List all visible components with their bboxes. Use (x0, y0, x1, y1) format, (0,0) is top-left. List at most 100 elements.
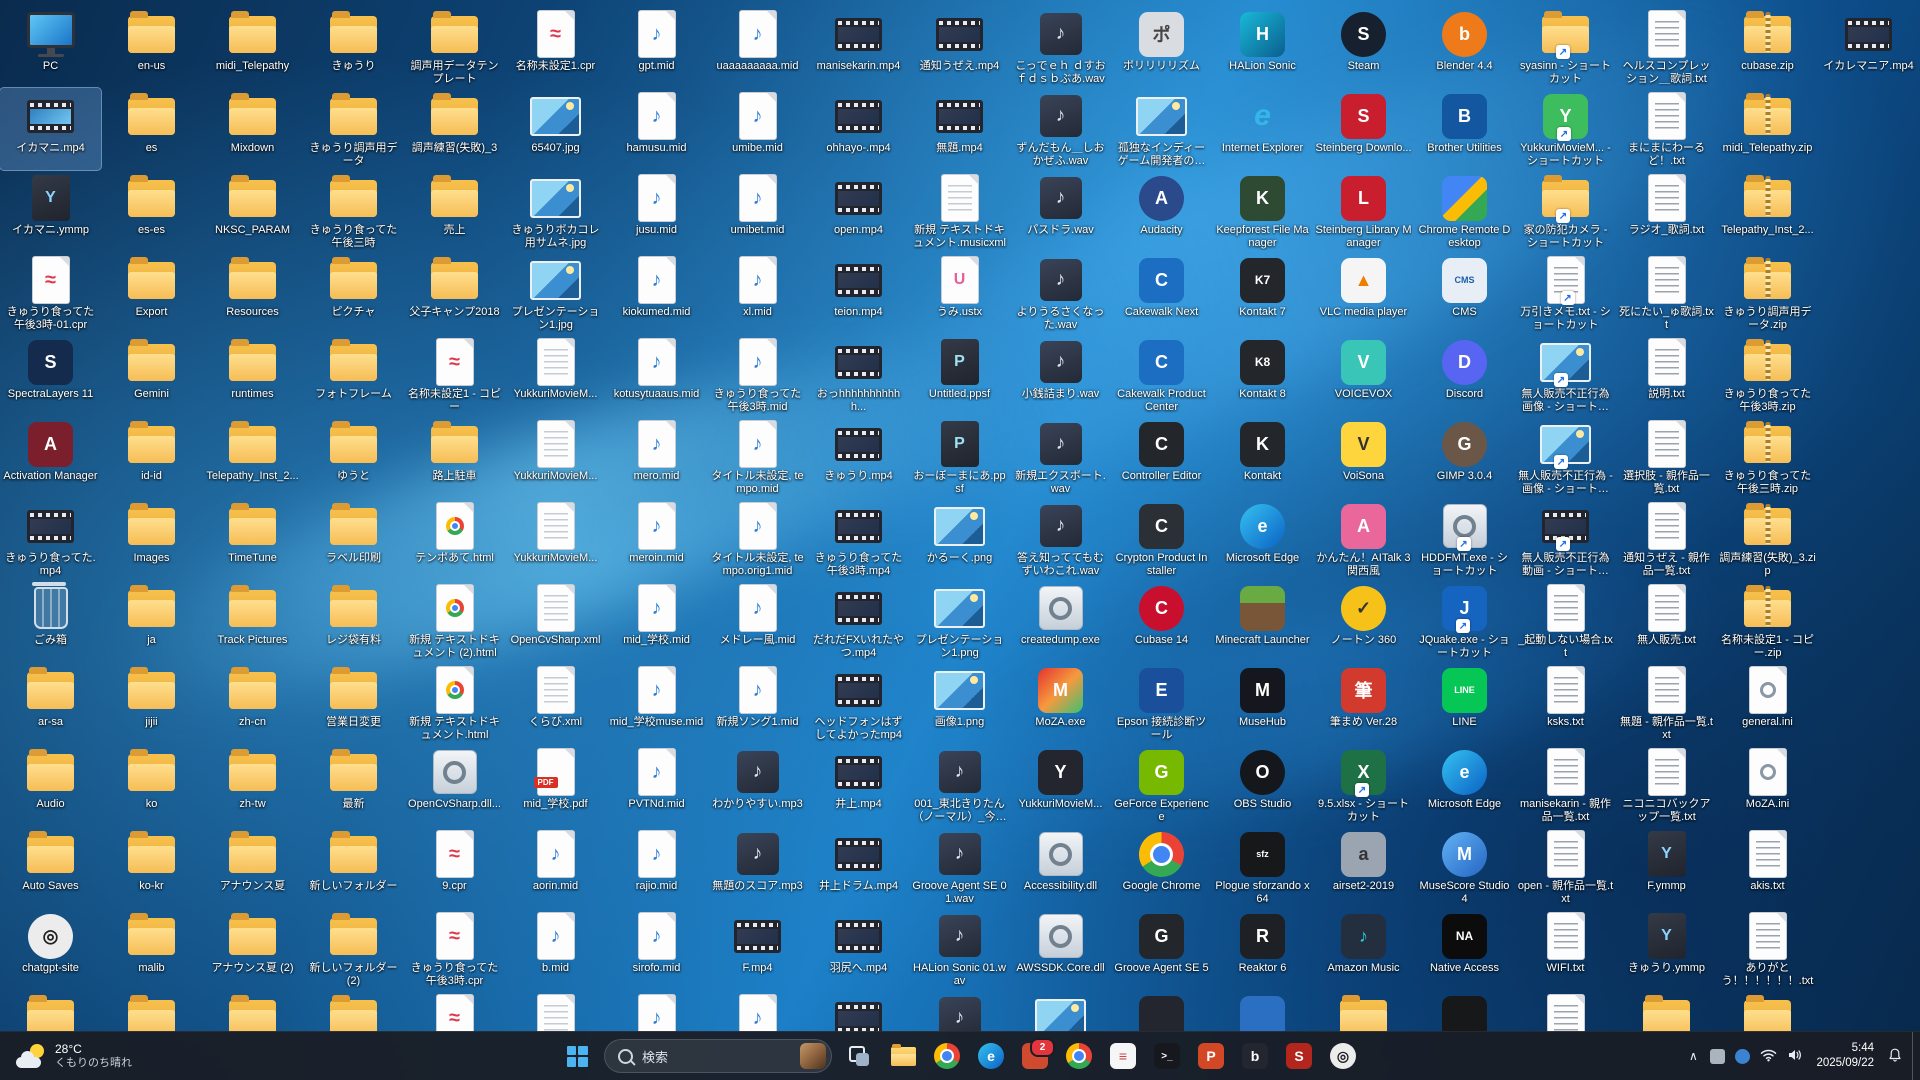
desktop-icon[interactable] (1313, 990, 1414, 1032)
desktop-icon[interactable]: K8Kontakt 8 (1212, 334, 1313, 416)
desktop-icon[interactable]: DDiscord (1414, 334, 1515, 416)
desktop-icon[interactable]: malib (101, 908, 202, 990)
desktop-icon[interactable]: ニコニコバックアップ一覧.txt (1616, 744, 1717, 826)
desktop-icon[interactable]: YukkuriMovieM... (505, 334, 606, 416)
desktop-icon[interactable]: open.mp4 (808, 170, 909, 252)
taskbar-clock[interactable]: 5:44 2025/09/22 (1808, 1041, 1882, 1071)
desktop-icon[interactable]: ヘルスコンプレッション＿歌詞.txt (1616, 6, 1717, 88)
desktop-icon[interactable]: 父子キャンプ2018 (404, 252, 505, 334)
desktop-icon[interactable]: OOBS Studio (1212, 744, 1313, 826)
desktop-icon[interactable]: ♪hamusu.mid (606, 88, 707, 170)
desktop-icon[interactable]: プレゼンテーション1.jpg (505, 252, 606, 334)
desktop-icon[interactable]: ≈きゅうり食ってた午後3時-01.cpr (0, 252, 101, 334)
desktop-icon[interactable]: ja (101, 580, 202, 662)
desktop-icon[interactable]: ♪PVTNd.mid (606, 744, 707, 826)
desktop-icon[interactable]: AActivation Manager (0, 416, 101, 498)
desktop-icon[interactable]: ♪こっでｅｈ ｄすおｆｄｓｂぶあ.wav (1010, 6, 1111, 88)
desktop-icon[interactable]: CCakewalk Next (1111, 252, 1212, 334)
desktop-icon[interactable]: 売上 (404, 170, 505, 252)
desktop-icon[interactable]: ≈名称未設定1 - コピー (404, 334, 505, 416)
desktop-icon[interactable]: 無題.mp4 (909, 88, 1010, 170)
desktop-icon[interactable]: きゅうり調声用データ.zip (1717, 252, 1818, 334)
desktop-icon[interactable]: RReaktor 6 (1212, 908, 1313, 990)
desktop-icon[interactable]: VVoiSona (1313, 416, 1414, 498)
tray-bluetooth[interactable] (1730, 1036, 1755, 1076)
desktop-icon[interactable]: Auto Saves (0, 826, 101, 908)
desktop-icon[interactable]: MoZA.ini (1717, 744, 1818, 826)
desktop-icon[interactable]: 新規 テキストドキュメント.html (404, 662, 505, 744)
desktop-icon[interactable]: LINELINE (1414, 662, 1515, 744)
desktop-icon[interactable]: ko (101, 744, 202, 826)
desktop-icon[interactable]: きゅうり調声用データ (303, 88, 404, 170)
desktop-icon[interactable]: ♪mero.mid (606, 416, 707, 498)
desktop-icon[interactable]: WIFI.txt (1515, 908, 1616, 990)
desktop-icon[interactable]: zh-tw (202, 744, 303, 826)
desktop-icon[interactable]: midi_Telepathy (202, 6, 303, 88)
desktop-icon[interactable]: Export (101, 252, 202, 334)
desktop-icon[interactable]: J↗JQuake.exe - ショートカット (1414, 580, 1515, 662)
desktop-icon[interactable]: ♪HALion Sonic 01.wav (909, 908, 1010, 990)
desktop-icon[interactable]: PC (0, 6, 101, 88)
desktop-icon[interactable]: ♪b.mid (505, 908, 606, 990)
desktop-icon[interactable]: 無人販売.txt (1616, 580, 1717, 662)
desktop-icon[interactable] (1414, 990, 1515, 1032)
desktop-icon[interactable]: ♪Groove Agent SE 01.wav (909, 826, 1010, 908)
desktop-icon[interactable]: CController Editor (1111, 416, 1212, 498)
desktop-icon[interactable]: MMuseScore Studio 4 (1414, 826, 1515, 908)
taskbar-app-notes-app[interactable]: ≡ (1102, 1035, 1144, 1077)
desktop-icon[interactable]: ♪umibet.mid (707, 170, 808, 252)
desktop-icon[interactable]: 新規 テキストドキュメント (2).html (404, 580, 505, 662)
tray-wifi-icon[interactable] (1755, 1036, 1782, 1076)
desktop-icon[interactable]: LSteinberg Library Manager (1313, 170, 1414, 252)
desktop-icon[interactable]: _起動しない場合.txt (1515, 580, 1616, 662)
desktop-icon[interactable]: ラジオ_歌詞.txt (1616, 170, 1717, 252)
desktop-icon[interactable]: 新規 テキストドキュメント.musicxml (909, 170, 1010, 252)
desktop-icon[interactable]: ♪ (606, 990, 707, 1032)
desktop-icon[interactable]: ♪わかりやすい.mp3 (707, 744, 808, 826)
desktop-icon[interactable]: ♪kotusytuaaus.mid (606, 334, 707, 416)
desktop-icon[interactable]: Yイカマニ.ymmp (0, 170, 101, 252)
desktop-icon[interactable]: Track Pictures (202, 580, 303, 662)
desktop-icon[interactable] (1111, 990, 1212, 1032)
desktop-icon[interactable]: YukkuriMovieM... (505, 498, 606, 580)
show-desktop-button[interactable] (1912, 1032, 1918, 1080)
desktop-icon[interactable]: フォトフレーム (303, 334, 404, 416)
desktop-icon[interactable]: きゅうり.mp4 (808, 416, 909, 498)
desktop-icon[interactable]: ♪mid_学校.mid (606, 580, 707, 662)
desktop-icon[interactable]: 羽尻へ.mp4 (808, 908, 909, 990)
desktop-icon[interactable]: きゅうり食ってた午後3時.mp4 (808, 498, 909, 580)
desktop-icon[interactable]: SSpectraLayers 11 (0, 334, 101, 416)
desktop-icon[interactable]: ♪Amazon Music (1313, 908, 1414, 990)
desktop-icon[interactable]: manisekarin.mp4 (808, 6, 909, 88)
desktop-icon[interactable]: 井上ドラム.mp4 (808, 826, 909, 908)
desktop-icon[interactable]: KKontakt (1212, 416, 1313, 498)
desktop-icon[interactable]: 営業日変更 (303, 662, 404, 744)
desktop-icon[interactable]: 調声用データテンプレート (404, 6, 505, 88)
desktop-icon[interactable]: ↗無人販売不正行為 - 画像 - ショートカット (1515, 416, 1616, 498)
desktop-icon[interactable]: GGeForce Experience (1111, 744, 1212, 826)
desktop-icon[interactable]: ♪パスドラ.wav (1010, 170, 1111, 252)
desktop-icon[interactable]: Accessibility.dll (1010, 826, 1111, 908)
desktop-icon[interactable] (303, 990, 404, 1032)
desktop-icon[interactable]: 死にたい_ゅ歌詞.txt (1616, 252, 1717, 334)
desktop-icon[interactable]: GGIMP 3.0.4 (1414, 416, 1515, 498)
desktop-icon[interactable]: ♪meroin.mid (606, 498, 707, 580)
desktop-icon[interactable]: ♪答え知っててもむずいわこれ.wav (1010, 498, 1111, 580)
desktop-icon[interactable]: ♪gpt.mid (606, 6, 707, 88)
desktop-icon[interactable]: AAudacity (1111, 170, 1212, 252)
desktop-icon[interactable]: ≈9.cpr (404, 826, 505, 908)
desktop-icon[interactable]: 通知うぜえ - 親作品一覧.txt (1616, 498, 1717, 580)
desktop-icon[interactable]: Yきゅうり.ymmp (1616, 908, 1717, 990)
desktop-icon[interactable]: 調声練習(失敗)_3 (404, 88, 505, 170)
desktop-icon[interactable]: KKeepforest File Manager (1212, 170, 1313, 252)
desktop-icon[interactable]: ksks.txt (1515, 662, 1616, 744)
desktop-icon[interactable]: manisekarin - 親作品一覧.txt (1515, 744, 1616, 826)
desktop-icon[interactable]: 通知うぜえ.mp4 (909, 6, 1010, 88)
desktop-icon[interactable]: X↗9.5.xlsx - ショートカット (1313, 744, 1414, 826)
desktop-icon[interactable]: cubase.zip (1717, 6, 1818, 88)
desktop-icon[interactable]: ラベル印刷 (303, 498, 404, 580)
taskbar-app-microsoft-edge[interactable]: e (970, 1035, 1012, 1077)
notification-bell-button[interactable] (1882, 1036, 1908, 1076)
taskbar-app-powerpoint[interactable]: P (1190, 1035, 1232, 1077)
desktop-icon[interactable]: ポポリリリリズム (1111, 6, 1212, 88)
